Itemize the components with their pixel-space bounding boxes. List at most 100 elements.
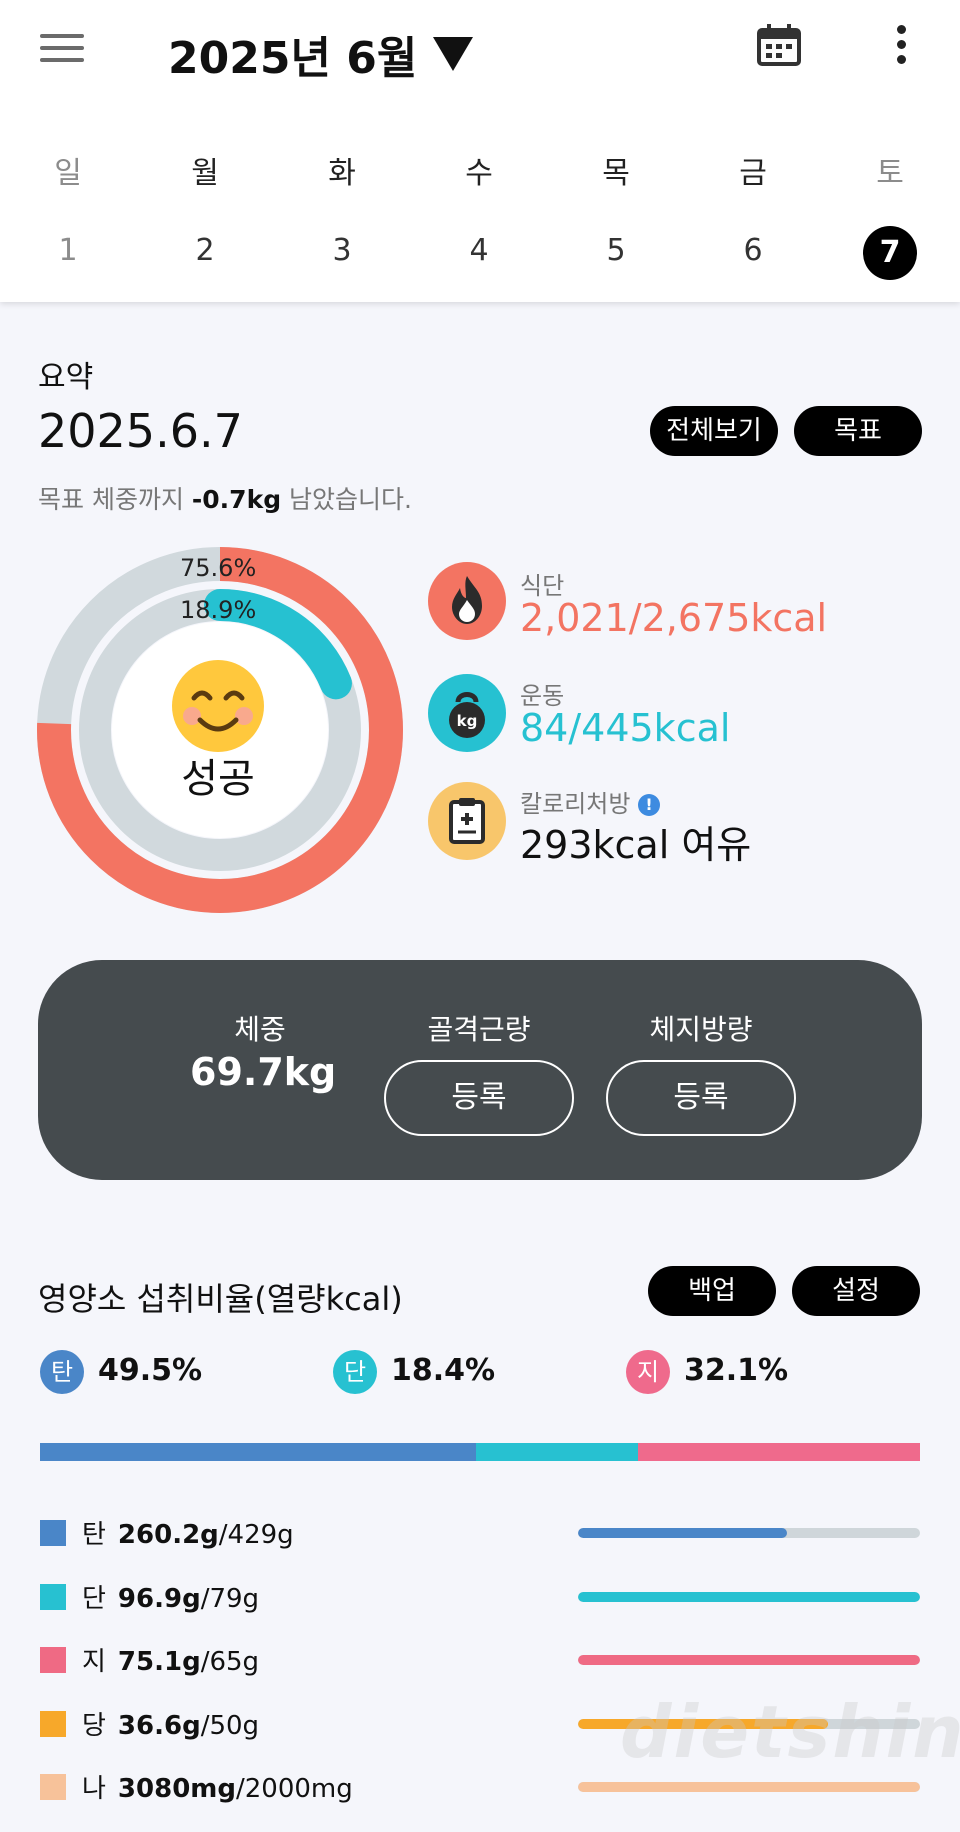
clipboard-icon bbox=[428, 782, 506, 860]
date-cell[interactable]: 5 bbox=[566, 226, 666, 282]
nutrient-progress-track bbox=[578, 1528, 920, 1538]
settings-button[interactable]: 설정 bbox=[792, 1266, 920, 1316]
calendar-icon[interactable] bbox=[756, 22, 802, 68]
nutrient-name: 당 bbox=[82, 1711, 106, 1741]
nutrient-amount: 3080mg bbox=[117, 1774, 236, 1804]
weekday-label: 수 bbox=[465, 156, 493, 191]
date-cell[interactable]: 3 bbox=[292, 226, 392, 282]
nutrient-progress-track bbox=[578, 1655, 920, 1665]
goal-message-prefix: 목표 체중까지 bbox=[38, 485, 192, 514]
caret-down-icon bbox=[433, 37, 474, 71]
nutrient-target: /79g bbox=[200, 1584, 260, 1614]
date-number: 2 bbox=[195, 233, 215, 268]
month-title: 2025년 6월 bbox=[168, 33, 418, 84]
ratio-segment bbox=[637, 1443, 920, 1461]
nutrient-name: 나 bbox=[82, 1774, 106, 1804]
prescription-value: 293kcal 여유 bbox=[520, 823, 752, 867]
ratio-segment bbox=[40, 1443, 476, 1461]
nutrient-progress-fill bbox=[578, 1782, 920, 1792]
diet-ring-percent: 75.6% bbox=[180, 554, 257, 582]
date-number: 4 bbox=[469, 233, 489, 268]
nutrient-row: 나 3080mg/2000mg bbox=[82, 1768, 353, 1805]
nutrient-progress-fill bbox=[578, 1592, 920, 1602]
nutrient-amount: 260.2g bbox=[117, 1520, 219, 1550]
diet-calories: 2,021/2,675kcal bbox=[520, 596, 828, 640]
weekday-label: 토 bbox=[876, 156, 904, 191]
nutrient-name: 단 bbox=[82, 1584, 106, 1614]
kettlebell-icon: kg bbox=[428, 674, 506, 752]
fat-register-button[interactable]: 등록 bbox=[606, 1060, 796, 1136]
nutrient-row: 지 75.1g/65g bbox=[82, 1641, 259, 1678]
nutrient-progress-track bbox=[578, 1782, 920, 1792]
nutrient-color-swatch bbox=[40, 1711, 66, 1737]
summary-date: 2025.6.7 bbox=[38, 404, 243, 458]
nutrient-color-swatch bbox=[40, 1647, 66, 1673]
nutrient-ratio-percent: 32.1% bbox=[684, 1353, 789, 1388]
summary-label: 요약 bbox=[38, 360, 94, 395]
weekday-label: 월 bbox=[191, 156, 219, 191]
date-cell[interactable]: 1 bbox=[18, 226, 118, 282]
goal-remaining-weight: -0.7kg bbox=[191, 485, 282, 514]
goal-message: 목표 체중까지 -0.7kg 남았습니다. bbox=[38, 480, 412, 516]
date-number: 1 bbox=[58, 233, 78, 268]
view-all-button[interactable]: 전체보기 bbox=[650, 406, 778, 456]
exercise-calories: 84/445kcal bbox=[520, 706, 731, 750]
diet-fire-icon bbox=[428, 562, 506, 640]
nutrient-badge: 탄 bbox=[40, 1350, 84, 1394]
nutrient-target: /50g bbox=[200, 1711, 260, 1741]
weight-label: 체중 bbox=[234, 1013, 286, 1046]
date-selected[interactable]: 7 bbox=[840, 226, 940, 282]
nutrient-ratio-percent: 18.4% bbox=[391, 1353, 496, 1388]
goal-message-suffix: 남았습니다. bbox=[281, 485, 412, 514]
nutrient-amount: 75.1g bbox=[117, 1647, 201, 1677]
menu-icon[interactable] bbox=[40, 28, 90, 68]
date-number: 7 bbox=[863, 226, 917, 280]
date-number: 3 bbox=[332, 233, 352, 268]
nutrient-target: /2000mg bbox=[236, 1774, 353, 1804]
nutrient-progress-track bbox=[578, 1592, 920, 1602]
nutrient-row: 단 96.9g/79g bbox=[82, 1578, 259, 1615]
backup-button[interactable]: 백업 bbox=[648, 1266, 776, 1316]
exercise-ring-percent: 18.9% bbox=[180, 596, 257, 624]
month-selector[interactable]: 2025년 6월 bbox=[168, 22, 474, 86]
smile-face-icon bbox=[168, 656, 268, 756]
nutrient-name: 지 bbox=[82, 1647, 106, 1677]
nutrient-row: 당 36.6g/50g bbox=[82, 1705, 259, 1742]
goal-button[interactable]: 목표 bbox=[794, 406, 922, 456]
more-vertical-icon[interactable] bbox=[886, 22, 916, 72]
date-cell[interactable]: 6 bbox=[703, 226, 803, 282]
result-status: 성공 bbox=[181, 756, 255, 802]
nutrient-color-swatch bbox=[40, 1774, 66, 1800]
nutrient-target: /65g bbox=[200, 1647, 260, 1677]
nutrient-badge: 단 bbox=[333, 1350, 377, 1394]
date-cell[interactable]: 2 bbox=[155, 226, 255, 282]
app-header: 2025년 6월 일 월 화 수 목 금 토 1 2 3 4 5 6 7 bbox=[0, 0, 960, 302]
nutrient-amount: 36.6g bbox=[117, 1711, 201, 1741]
nutrient-color-swatch bbox=[40, 1584, 66, 1610]
weight-value: 69.7kg bbox=[190, 1050, 337, 1094]
weekday-label: 일 bbox=[54, 156, 82, 191]
nutrient-section-title: 영양소 섭취비율(열량kcal) bbox=[38, 1280, 403, 1318]
nutrient-target: /429g bbox=[218, 1520, 294, 1550]
svg-text:kg: kg bbox=[457, 712, 478, 730]
nutrient-amount: 96.9g bbox=[117, 1584, 201, 1614]
nutrient-badge: 지 bbox=[626, 1350, 670, 1394]
nutrient-row: 탄 260.2g/429g bbox=[82, 1514, 294, 1551]
watermark: dietshin.com bbox=[620, 1690, 960, 1774]
nutrient-progress-fill bbox=[578, 1528, 787, 1538]
date-number: 6 bbox=[743, 233, 763, 268]
weekday-label: 금 bbox=[739, 156, 767, 191]
date-number: 5 bbox=[606, 233, 626, 268]
nutrient-ratio-bar bbox=[40, 1443, 920, 1461]
weekday-label: 화 bbox=[328, 156, 356, 191]
muscle-register-button[interactable]: 등록 bbox=[384, 1060, 574, 1136]
date-cell[interactable]: 4 bbox=[429, 226, 529, 282]
weekday-label: 목 bbox=[602, 156, 630, 191]
nutrient-color-swatch bbox=[40, 1520, 66, 1546]
nutrient-progress-fill bbox=[578, 1655, 920, 1665]
fat-label: 체지방량 bbox=[649, 1013, 753, 1046]
muscle-label: 골격근량 bbox=[427, 1013, 531, 1046]
info-icon[interactable]: ! bbox=[638, 794, 661, 816]
nutrient-ratio-percent: 49.5% bbox=[98, 1353, 203, 1388]
ratio-segment bbox=[475, 1443, 638, 1461]
